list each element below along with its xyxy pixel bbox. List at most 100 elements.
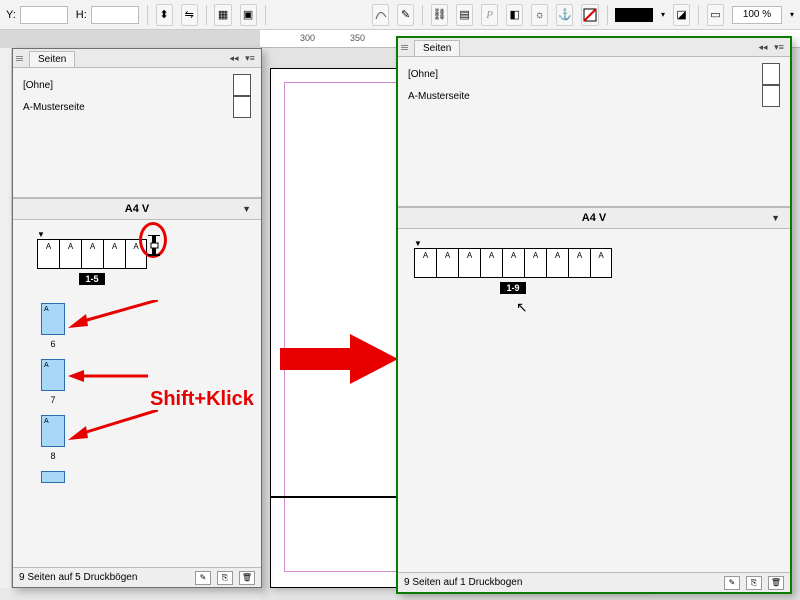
page-thumb[interactable]: A xyxy=(59,239,81,269)
panel-status: 9 Seiten auf 5 Druckbögen ✎ ⎘ 🗑 xyxy=(13,567,261,587)
status-text: 9 Seiten auf 1 Druckbogen xyxy=(404,577,522,588)
opts-icon[interactable]: ☼ xyxy=(531,4,548,26)
link-icon[interactable]: ⛓ xyxy=(431,4,448,26)
page-size-bar[interactable]: A4 V ▼ xyxy=(398,207,790,229)
ruler-tick: 300 xyxy=(300,33,315,43)
ruler-tick: 350 xyxy=(350,33,365,43)
panel-menu-icon[interactable]: ▾≡ xyxy=(243,51,257,65)
page-thumb[interactable]: A xyxy=(41,415,65,447)
size-dropdown-icon[interactable]: ▼ xyxy=(242,204,251,214)
swatch-dd-icon[interactable]: ▾ xyxy=(661,10,665,19)
pages-list: ▼ A A A A A 1-5 A 6 A 7 A 8 xyxy=(13,220,261,542)
fx-icon[interactable] xyxy=(372,4,389,26)
panel-titlebar[interactable]: Seiten ◂◂ ▾≡ xyxy=(398,38,790,57)
master-thumb-icon xyxy=(233,96,251,118)
spread-range: 1-9 xyxy=(500,282,525,294)
master-a[interactable]: A-Musterseite xyxy=(23,96,251,118)
h-label: H: xyxy=(76,9,87,21)
pages-list: ▼ A A A A A A A A A 1-9 ↖ xyxy=(398,229,790,549)
page-thumb[interactable]: A xyxy=(480,248,502,278)
none-icon[interactable] xyxy=(581,4,598,26)
page-size-bar[interactable]: A4 V ▼ xyxy=(13,198,261,220)
trash-icon[interactable]: 🗑 xyxy=(239,571,255,585)
doc-tabs xyxy=(0,30,260,48)
page-thumb[interactable]: A xyxy=(590,248,612,278)
constrain-icon[interactable]: ⬍ xyxy=(156,4,173,26)
wrap-icon[interactable]: ▤ xyxy=(456,4,473,26)
zoom-input[interactable] xyxy=(732,6,782,24)
anchor-icon[interactable]: ⚓ xyxy=(556,4,573,26)
master-label: [Ohne] xyxy=(23,80,53,91)
pages-panel-before: Seiten ◂◂ ▾≡ [Ohne] A-Musterseite A4 V ▼… xyxy=(12,48,262,588)
trash-icon[interactable]: 🗑 xyxy=(768,576,784,590)
y-input[interactable] xyxy=(20,6,68,24)
status-text: 9 Seiten auf 5 Druckbögen xyxy=(19,572,137,583)
panel-menu-icon[interactable]: ▾≡ xyxy=(772,40,786,54)
page-thumb[interactable]: A xyxy=(103,239,125,269)
annotation-text: Shift+Klick xyxy=(150,388,254,411)
page-thumb[interactable] xyxy=(41,471,65,483)
align-icon[interactable]: ▦ xyxy=(214,4,231,26)
page-thumb[interactable]: A xyxy=(436,248,458,278)
page-size-label: A4 V xyxy=(125,203,149,215)
fill-toggle-icon[interactable]: ◪ xyxy=(673,4,690,26)
masters-list: [Ohne] A-Musterseite xyxy=(13,68,261,198)
tool-strip xyxy=(0,48,12,588)
size-dropdown-icon[interactable]: ▼ xyxy=(771,213,780,223)
page-thumb[interactable]: A xyxy=(524,248,546,278)
view-mode-icon[interactable]: ▭ xyxy=(707,4,724,26)
master-thumb-icon xyxy=(233,74,251,96)
page-number: 7 xyxy=(41,395,65,405)
brush-icon[interactable]: ✎ xyxy=(397,4,414,26)
page-number: 8 xyxy=(41,451,65,461)
page-thumb[interactable]: A xyxy=(568,248,590,278)
cursor-icon: ↖ xyxy=(516,299,528,316)
arrow-icon xyxy=(68,368,148,384)
zoom-dd-icon[interactable]: ▾ xyxy=(790,10,794,19)
page-thumb[interactable]: A xyxy=(37,239,59,269)
insert-cursor-icon xyxy=(148,235,162,257)
new-page-icon[interactable]: ⎘ xyxy=(746,576,762,590)
corner-icon[interactable]: ◧ xyxy=(506,4,523,26)
fill-swatch[interactable] xyxy=(615,8,653,22)
master-label: A-Musterseite xyxy=(408,91,470,102)
page-thumb[interactable]: A xyxy=(546,248,568,278)
page-thumb[interactable]: A xyxy=(41,359,65,391)
edit-page-icon[interactable]: ✎ xyxy=(724,576,740,590)
master-none[interactable]: [Ohne] xyxy=(23,74,251,96)
master-label: [Ohne] xyxy=(408,69,438,80)
arrow-icon xyxy=(68,410,158,442)
collapse-icon[interactable]: ◂◂ xyxy=(227,51,241,65)
app-controlbar: Y: H: ⬍ ⇋ ▦ ▣ ✎ ⛓ ▤ P ◧ ☼ ⚓ ▾ ◪ ▭ ▾ xyxy=(0,0,800,30)
edit-page-icon[interactable]: ✎ xyxy=(195,571,211,585)
text-p-icon[interactable]: P xyxy=(481,4,498,26)
page-thumb[interactable]: A xyxy=(414,248,436,278)
collapse-icon[interactable]: ◂◂ xyxy=(756,40,770,54)
flip-h-icon[interactable]: ⇋ xyxy=(181,4,198,26)
master-label: A-Musterseite xyxy=(23,102,85,113)
panel-tab-seiten[interactable]: Seiten xyxy=(414,40,460,56)
page-thumb[interactable]: A xyxy=(502,248,524,278)
master-a[interactable]: A-Musterseite xyxy=(408,85,780,107)
h-input[interactable] xyxy=(91,6,139,24)
spread-row[interactable]: A A A A A A A A A xyxy=(414,248,612,278)
page-thumb[interactable]: A xyxy=(41,303,65,335)
panel-status: 9 Seiten auf 1 Druckbogen ✎ ⎘ 🗑 xyxy=(398,572,790,592)
page-thumb[interactable]: A xyxy=(81,239,103,269)
y-label: Y: xyxy=(6,9,16,21)
arrow-icon xyxy=(68,300,158,330)
new-page-icon[interactable]: ⎘ xyxy=(217,571,233,585)
page-thumb[interactable]: A xyxy=(125,239,147,269)
spread-row[interactable]: A A A A A xyxy=(37,239,147,269)
master-thumb-icon xyxy=(762,63,780,85)
master-none[interactable]: [Ohne] xyxy=(408,63,780,85)
masters-list: [Ohne] A-Musterseite xyxy=(398,57,790,207)
master-thumb-icon xyxy=(762,85,780,107)
panel-titlebar[interactable]: Seiten ◂◂ ▾≡ xyxy=(13,49,261,68)
page-thumb[interactable]: A xyxy=(458,248,480,278)
panel-tab-seiten[interactable]: Seiten xyxy=(29,51,75,67)
spread-range: 1-5 xyxy=(79,273,104,285)
big-arrow-icon xyxy=(280,332,400,386)
pages-panel-after: Seiten ◂◂ ▾≡ [Ohne] A-Musterseite A4 V ▼… xyxy=(396,36,792,594)
select-container-icon[interactable]: ▣ xyxy=(240,4,257,26)
